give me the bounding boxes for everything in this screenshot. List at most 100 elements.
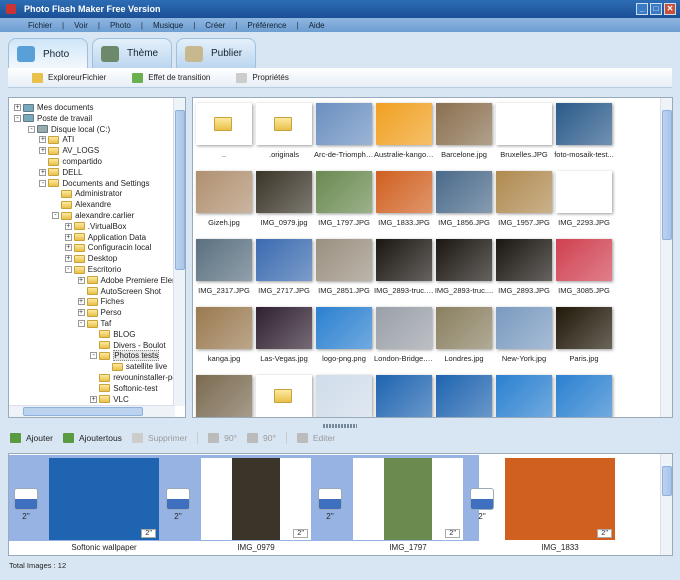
tree-expander[interactable]: + bbox=[39, 168, 47, 176]
maximize-button[interactable]: □ bbox=[650, 3, 662, 15]
storyboard-slide[interactable]: 2'' bbox=[353, 458, 463, 540]
tree-item[interactable]: Taf bbox=[86, 318, 111, 329]
tree-item[interactable]: Documents and Settings bbox=[48, 178, 150, 189]
subtoolbar-item-1[interactable]: Effet de transition bbox=[132, 72, 210, 83]
file-thumbnail[interactable]: London-Bridge.jpg bbox=[374, 307, 434, 363]
menu-fichier[interactable]: Fichier bbox=[18, 21, 62, 30]
tree-item[interactable]: Administrator bbox=[61, 188, 122, 199]
file-thumbnail[interactable]: .originals bbox=[254, 103, 314, 159]
tree-expander[interactable]: + bbox=[77, 309, 85, 317]
file-thumbnail[interactable]: Australie-kangou... bbox=[374, 103, 434, 159]
tree-expander[interactable]: + bbox=[64, 233, 72, 241]
tree-horizontal-scrollbar[interactable] bbox=[9, 405, 175, 417]
file-thumbnail[interactable]: IMG_2893-truc.... bbox=[434, 239, 494, 295]
tree-item[interactable]: alexandre.carlier bbox=[61, 210, 134, 221]
storyboard-scrollbar[interactable] bbox=[660, 454, 672, 555]
tab-0[interactable]: Photo bbox=[8, 38, 88, 69]
file-thumbnail[interactable]: Bruxelles.JPG bbox=[494, 103, 554, 159]
edit-button[interactable]: Editer bbox=[296, 433, 335, 443]
file-thumbnail[interactable] bbox=[194, 375, 254, 417]
add-all-button[interactable]: Ajoutertous bbox=[62, 433, 122, 443]
tree-expander[interactable]: - bbox=[64, 266, 72, 273]
transition-effect-icon[interactable] bbox=[166, 488, 190, 510]
storyboard-slide[interactable]: 2'' bbox=[505, 458, 615, 540]
grid-vertical-scrollbar[interactable] bbox=[660, 98, 672, 417]
tree-item[interactable]: Alexandre bbox=[61, 199, 111, 210]
tree-item[interactable]: VLC bbox=[99, 394, 129, 405]
tree-vertical-scrollbar[interactable] bbox=[173, 98, 185, 406]
tree-item[interactable]: Escritorio bbox=[73, 264, 121, 275]
file-thumbnail[interactable]: New-York.jpg bbox=[494, 307, 554, 363]
tree-item[interactable]: Softonic-test bbox=[99, 383, 158, 394]
tree-expander[interactable]: - bbox=[39, 179, 47, 187]
close-button[interactable]: ✕ bbox=[664, 3, 676, 15]
file-thumbnail[interactable]: IMG_2893-truc.J... bbox=[374, 239, 434, 295]
tree-expander[interactable]: + bbox=[90, 395, 98, 403]
file-thumbnail[interactable]: logo-png.png bbox=[314, 307, 374, 363]
file-thumbnail[interactable]: IMG_1856.JPG bbox=[434, 171, 494, 227]
file-thumbnail[interactable]: foto-mosaik-test... bbox=[554, 103, 614, 159]
tree-expander[interactable]: + bbox=[39, 136, 47, 144]
tree-item[interactable]: Poste de travail bbox=[23, 113, 92, 124]
file-thumbnail[interactable]: IMG_1957.JPG bbox=[494, 171, 554, 227]
scrollbar-thumb[interactable] bbox=[23, 407, 143, 416]
menu-créer[interactable]: Créer bbox=[195, 21, 235, 30]
tree-expander[interactable]: - bbox=[14, 114, 21, 122]
tree-expander[interactable]: + bbox=[39, 147, 47, 155]
transition-effect-icon[interactable] bbox=[14, 488, 38, 510]
scrollbar-thumb[interactable] bbox=[662, 110, 672, 240]
file-thumbnail[interactable]: IMG_0979.jpg bbox=[254, 171, 314, 227]
file-thumbnail[interactable]: IMG_2893.JPG bbox=[494, 239, 554, 295]
tree-expander[interactable]: - bbox=[28, 125, 35, 133]
tree-item[interactable]: AV_LOGS bbox=[48, 145, 99, 156]
file-thumbnail[interactable]: IMG_2717.JPG bbox=[254, 239, 314, 295]
subtoolbar-item-2[interactable]: Propriétés bbox=[236, 72, 289, 83]
tree-expander[interactable]: + bbox=[14, 104, 21, 111]
menu-préférence[interactable]: Préférence bbox=[237, 21, 296, 30]
tree-expander[interactable]: + bbox=[64, 222, 72, 230]
tree-expander[interactable]: + bbox=[77, 276, 85, 284]
tree-item[interactable]: Mes documents bbox=[23, 102, 93, 113]
tree-item[interactable]: Desktop bbox=[73, 253, 117, 264]
tab-2[interactable]: Publier bbox=[176, 38, 256, 68]
tree-item[interactable]: revouninstaller-pc bbox=[99, 372, 176, 383]
tree-item[interactable]: compartido bbox=[48, 156, 102, 167]
scrollbar-thumb[interactable] bbox=[662, 466, 672, 496]
tree-item[interactable]: DELL bbox=[48, 167, 82, 178]
tree-item[interactable]: BLOG bbox=[99, 329, 135, 340]
tree-item[interactable]: ATI bbox=[48, 134, 74, 145]
file-thumbnail[interactable]: kanga.jpg bbox=[194, 307, 254, 363]
transition-effect-icon[interactable] bbox=[470, 488, 494, 510]
menu-musique[interactable]: Musique bbox=[143, 21, 193, 30]
file-thumbnail[interactable] bbox=[254, 375, 314, 417]
file-thumbnail[interactable]: .. bbox=[194, 103, 254, 159]
delete-button[interactable]: Supprimer bbox=[131, 433, 187, 443]
file-thumbnail[interactable]: IMG_2293.JPG bbox=[554, 171, 614, 227]
add-button[interactable]: Ajouter bbox=[10, 433, 53, 443]
file-thumbnail[interactable]: IMG_3085.JPG bbox=[554, 239, 614, 295]
tree-item[interactable]: Disque local (C:) bbox=[37, 124, 110, 135]
panel-splitter[interactable] bbox=[323, 424, 357, 428]
file-thumbnail[interactable] bbox=[494, 375, 554, 417]
tree-item[interactable]: Photos tests bbox=[99, 350, 160, 362]
file-thumbnail[interactable]: IMG_2851.JPG bbox=[314, 239, 374, 295]
file-thumbnail[interactable]: Londres.jpg bbox=[434, 307, 494, 363]
file-thumbnail[interactable]: IMG_1833.JPG bbox=[374, 171, 434, 227]
tree-item[interactable]: satellite live bbox=[111, 361, 167, 372]
tree-item[interactable]: Fiches bbox=[86, 296, 124, 307]
tree-item[interactable]: Configuracin local bbox=[73, 242, 151, 253]
file-thumbnail[interactable]: Arc-de-Triomphe... bbox=[314, 103, 374, 159]
menu-voir[interactable]: Voir bbox=[64, 21, 98, 30]
tab-1[interactable]: Thème bbox=[92, 38, 172, 68]
tree-expander[interactable]: + bbox=[77, 298, 85, 306]
tree-item[interactable]: Divers - Boulot bbox=[99, 340, 166, 351]
tree-item[interactable]: .VirtualBox bbox=[73, 221, 126, 232]
scrollbar-thumb[interactable] bbox=[175, 110, 185, 270]
tree-expander[interactable]: - bbox=[90, 352, 98, 360]
tree-item[interactable]: Adobe Premiere Elem bbox=[86, 275, 179, 286]
transition-effect-icon[interactable] bbox=[318, 488, 342, 510]
file-thumbnail[interactable]: Gizeh.jpg bbox=[194, 171, 254, 227]
file-thumbnail[interactable]: IMG_2317.JPG bbox=[194, 239, 254, 295]
subtoolbar-item-0[interactable]: ExploreurFichier bbox=[32, 72, 106, 83]
rotate-right-button[interactable]: 90° bbox=[247, 433, 276, 443]
